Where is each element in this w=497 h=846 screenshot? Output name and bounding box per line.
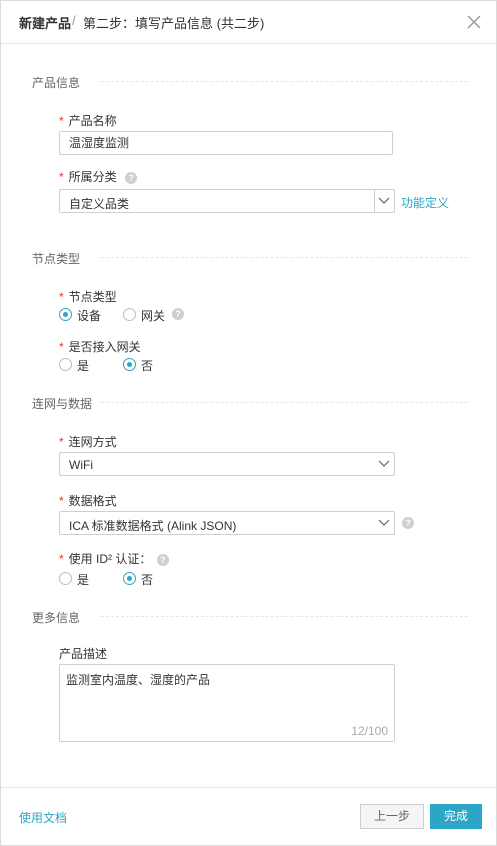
section-network-data: 连网与数据 <box>32 397 93 411</box>
radio-dot <box>59 358 72 371</box>
docs-link[interactable]: 使用文档 <box>19 809 67 826</box>
description-label: 产品描述 <box>59 647 108 661</box>
required-mark: * <box>59 170 64 184</box>
required-mark: * <box>59 340 64 354</box>
radio-dot <box>123 308 136 321</box>
prev-button[interactable]: 上一步 <box>360 804 424 829</box>
help-icon[interactable]: ? <box>156 553 169 566</box>
section-more-info: 更多信息 <box>32 611 81 625</box>
required-mark: * <box>59 290 64 304</box>
help-icon[interactable]: ? <box>172 308 184 320</box>
node-type-label: * 节点类型 <box>59 290 117 304</box>
radio-dot-selected <box>123 358 136 371</box>
category-value: 自定义品类 <box>69 197 130 211</box>
gateway-access-label: * 是否接入网关 <box>59 340 141 354</box>
network-mode-label: * 连网方式 <box>59 435 117 449</box>
section-divider <box>101 257 468 258</box>
chevron-down-icon <box>378 460 390 467</box>
section-divider <box>101 616 468 617</box>
dialog: 新建产品 / 第二步：填写产品信息 (共二步) 产品信息 * 产品名称 温湿度监测… <box>0 0 497 846</box>
section-product-info: 产品信息 <box>32 76 81 90</box>
radio-dot-selected <box>59 308 72 321</box>
dialog-header: 新建产品 / 第二步：填写产品信息 (共二步) <box>1 1 496 44</box>
radio-dot <box>59 572 72 585</box>
feature-definition-link[interactable]: 功能定义 <box>401 194 449 211</box>
required-mark: * <box>59 552 64 566</box>
close-icon[interactable] <box>465 13 483 31</box>
dialog-title: 新建产品 <box>19 16 72 31</box>
done-button[interactable]: 完成 <box>430 804 482 829</box>
help-icon[interactable]: ? <box>402 517 414 529</box>
product-name-label: * 产品名称 <box>59 114 117 128</box>
network-mode-value: WiFi <box>69 458 93 472</box>
description-textarea[interactable]: 监测室内温度、湿度的产品 12/100 <box>59 664 395 742</box>
required-mark: * <box>59 114 64 128</box>
id2-auth-label: * 使用 ID² 认证： ? <box>59 550 169 567</box>
char-counter: 12/100 <box>351 724 388 738</box>
data-format-value: ICA 标准数据格式 (Alink JSON) <box>69 519 237 533</box>
step-indicator: 第二步：填写产品信息 (共二步) <box>83 16 265 31</box>
data-format-label: * 数据格式 <box>59 494 117 508</box>
data-format-select[interactable]: ICA 标准数据格式 (Alink JSON) <box>59 511 395 535</box>
required-mark: * <box>59 494 64 508</box>
section-divider <box>101 402 468 403</box>
category-label: * 所属分类 ? <box>59 168 138 185</box>
category-select[interactable]: 自定义品类 <box>59 189 395 213</box>
select-divider <box>374 190 375 212</box>
section-divider <box>101 81 468 82</box>
breadcrumb-separator: / <box>72 13 76 28</box>
chevron-down-icon <box>378 519 390 526</box>
description-value: 监测室内温度、湿度的产品 <box>66 673 211 687</box>
product-name-input[interactable]: 温湿度监测 <box>59 131 393 155</box>
section-node-type: 节点类型 <box>32 252 81 266</box>
radio-dot-selected <box>123 572 136 585</box>
network-mode-select[interactable]: WiFi <box>59 452 395 476</box>
chevron-down-icon <box>378 197 390 204</box>
required-mark: * <box>59 435 64 449</box>
help-icon[interactable]: ? <box>125 171 138 184</box>
